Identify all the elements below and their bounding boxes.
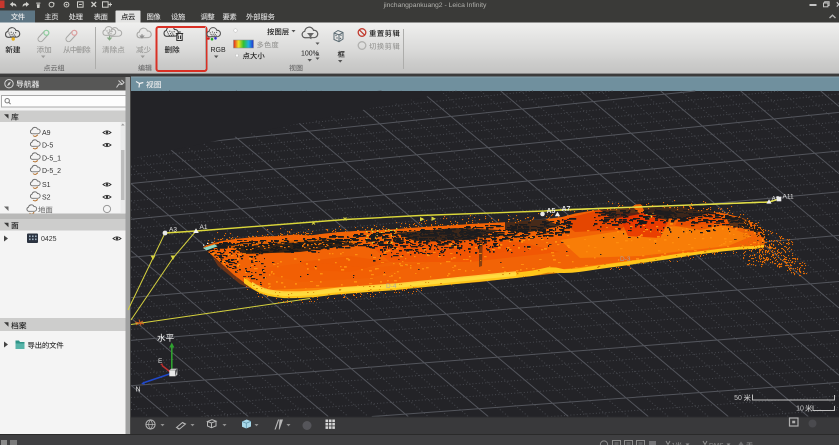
svg-text:0425: 0425 (41, 236, 57, 243)
svg-text:S1: S1 (42, 182, 51, 189)
svg-text:A7: A7 (562, 206, 571, 213)
svg-text:S2: S2 (42, 195, 51, 202)
svg-text:A1: A1 (200, 224, 208, 231)
svg-text:jinchangpankuang2 - Leica Infi: jinchangpankuang2 - Leica Infinity (383, 2, 487, 9)
svg-text:E: E (158, 358, 163, 365)
svg-text:D-3: D-3 (620, 256, 631, 263)
svg-text:D-5_1: D-5_1 (42, 156, 61, 163)
svg-text:100%: 100% (301, 51, 319, 58)
svg-text:RGB: RGB (211, 47, 227, 54)
svg-text:10: 10 (796, 406, 804, 413)
svg-text:A3: A3 (169, 227, 177, 234)
svg-text:D-4: D-4 (386, 283, 397, 290)
svg-text:A9: A9 (772, 196, 780, 203)
svg-text:A9: A9 (42, 130, 51, 137)
svg-text:D-5: D-5 (42, 143, 53, 150)
svg-text:A11: A11 (783, 194, 794, 201)
svg-text:A5: A5 (547, 208, 556, 215)
svg-text:50: 50 (734, 395, 742, 402)
svg-text:N: N (136, 387, 141, 394)
svg-text:D-5_2: D-5_2 (42, 168, 61, 175)
